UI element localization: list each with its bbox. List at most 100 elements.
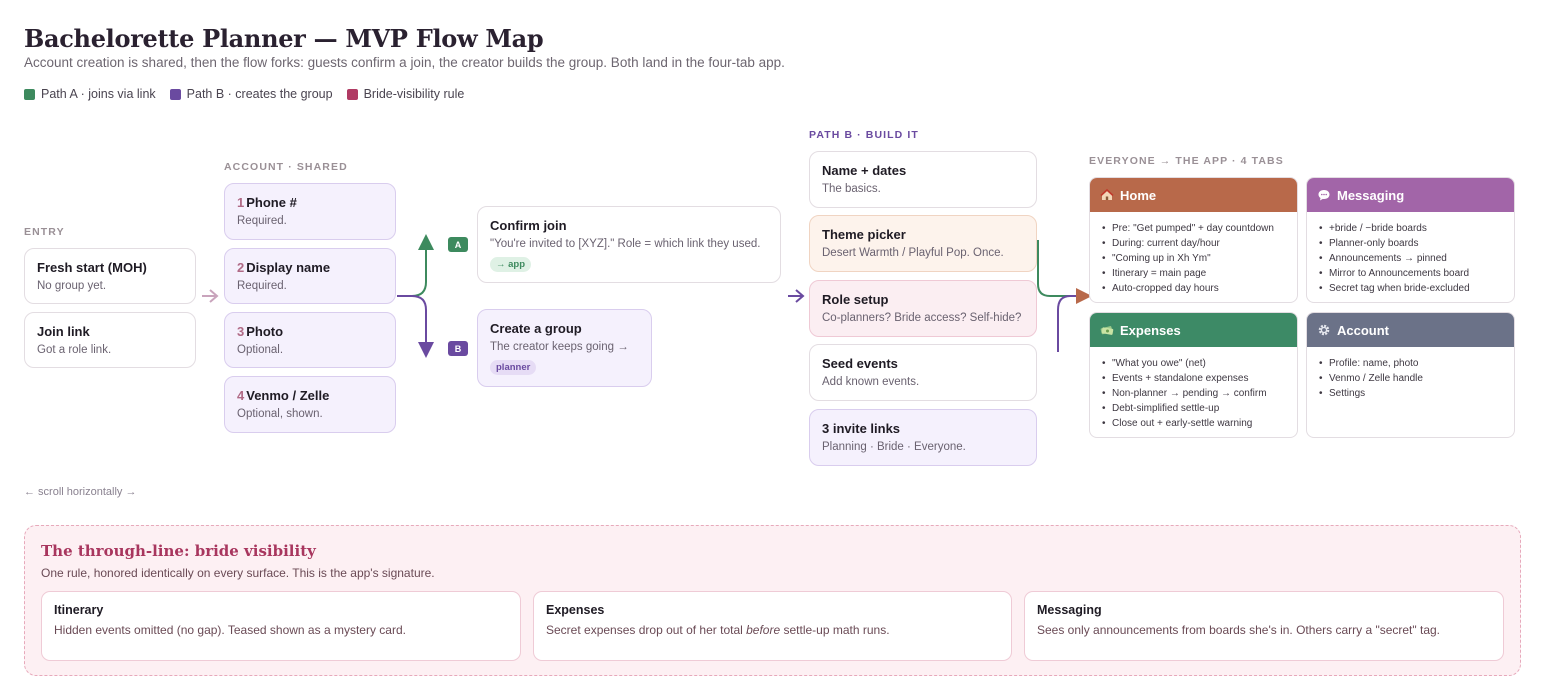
- card-subtitle: Optional, shown.: [237, 408, 323, 420]
- tab-messaging[interactable]: Messaging +bride / −bride boards Planner…: [1306, 177, 1515, 303]
- account-step-phone[interactable]: 1 Phone # Required.: [224, 183, 396, 240]
- bride-card-desc: Hidden events omitted (no gap). Teased s…: [54, 623, 406, 637]
- card-subtitle: "You're invited to [XYZ]." Role = which …: [490, 238, 761, 250]
- card-title: Create a group: [490, 321, 582, 336]
- tab-home[interactable]: Home Pre: "Get pumped" + day countdown D…: [1089, 177, 1298, 303]
- list-item: Settings: [1317, 386, 1504, 401]
- path-b-step-role-setup[interactable]: Role setup Co-planners? Bride access? Se…: [809, 280, 1037, 337]
- card-subtitle: Got a role link.: [37, 344, 112, 356]
- card-title: 3 Photo: [237, 324, 383, 339]
- speech-bubble-icon: [1317, 188, 1331, 202]
- step-title: Display name: [246, 260, 331, 275]
- card-title: 1 Phone #: [237, 195, 383, 210]
- entry-card-join-link[interactable]: Join link Got a role link.: [24, 312, 196, 368]
- merge-path-b: [1057, 288, 1092, 352]
- bride-card-title: Expenses: [546, 603, 605, 617]
- list-item: Close out + early-settle warning: [1100, 416, 1287, 431]
- tab-account-header: Account: [1307, 313, 1514, 347]
- path-b-step-invite-links[interactable]: 3 invite links Planning · Bride · Everyo…: [809, 409, 1037, 466]
- list-item: Announcements → pinned: [1317, 251, 1504, 266]
- desc-part: settle-up math runs.: [780, 623, 890, 637]
- app-section-label: EVERYONE → THE APP · 4 TABS: [1089, 155, 1284, 167]
- list-item: Profile: name, photo: [1317, 356, 1504, 371]
- list-item: "Coming up in Xh Ym": [1100, 251, 1287, 266]
- account-step-display-name[interactable]: 2 Display name Required.: [224, 248, 396, 304]
- list-item: Mirror to Announcements board: [1317, 266, 1504, 281]
- path-a-badge: A: [448, 237, 468, 252]
- list-item: Non-planner → pending → confirm: [1100, 386, 1287, 401]
- legend-item-path-b: Path B · creates the group: [169, 87, 333, 101]
- legend-label: Bride-visibility rule: [363, 87, 465, 101]
- card-subtitle: The creator keeps going →: [490, 341, 629, 353]
- bride-card-title: Itinerary: [54, 603, 104, 617]
- legend-item-path-a: Path A · joins via link: [24, 87, 156, 101]
- path-b-step-name-dates[interactable]: Name + dates The basics.: [809, 151, 1037, 208]
- card-title: Join link: [37, 324, 90, 339]
- card-title: 4 Venmo / Zelle: [237, 388, 383, 403]
- tab-home-header: Home: [1090, 178, 1297, 212]
- path-b-badge: B: [448, 341, 468, 356]
- tab-messaging-header: Messaging: [1307, 178, 1514, 212]
- entry-section-label: ENTRY: [24, 226, 65, 238]
- bride-card-itinerary: Itinerary Hidden events omitted (no gap)…: [41, 591, 521, 661]
- desc-emphasis: before: [746, 623, 781, 637]
- step-number: 4: [237, 388, 245, 403]
- legend-swatch: [24, 88, 35, 100]
- card-subtitle: Optional.: [237, 344, 284, 356]
- list-item: Debt-simplified settle-up: [1100, 401, 1287, 416]
- tab-expenses-header: Expenses: [1090, 313, 1297, 347]
- tab-feature-list: +bride / −bride boards Planner-only boar…: [1307, 212, 1514, 296]
- list-item: Secret tag when bride-excluded: [1317, 281, 1504, 296]
- list-item: During: current day/hour: [1100, 236, 1287, 251]
- tab-title: Expenses: [1120, 322, 1181, 338]
- list-item: Auto-cropped day hours: [1100, 281, 1287, 296]
- card-title: Role setup: [822, 292, 889, 307]
- create-group-card[interactable]: Create a group The creator keeps going →…: [477, 309, 652, 387]
- house-icon: [1100, 188, 1114, 202]
- legend: Path A · joins via link Path B · creates…: [24, 87, 464, 101]
- card-title: Confirm join: [490, 218, 567, 233]
- card-title: 3 invite links: [822, 421, 901, 436]
- bride-panel-subtitle: One rule, honored identically on every s…: [41, 566, 435, 580]
- list-item: Events + standalone expenses: [1100, 371, 1287, 386]
- to-app-pill: → app: [490, 257, 532, 272]
- tab-feature-list: "What you owe" (net) Events + standalone…: [1090, 347, 1297, 431]
- step-number: 2: [237, 260, 245, 275]
- card-title: Name + dates: [822, 163, 907, 178]
- scroll-hint: ← scroll horizontally →: [24, 486, 137, 498]
- account-step-photo[interactable]: 3 Photo Optional.: [224, 312, 396, 368]
- list-item: Venmo / Zelle handle: [1317, 371, 1504, 386]
- account-section-label: ACCOUNT · SHARED: [224, 161, 348, 173]
- list-item: Itinerary = main page: [1100, 266, 1287, 281]
- tab-title: Account: [1337, 322, 1389, 338]
- page-title: Bachelorette Planner — MVP Flow Map: [24, 24, 544, 53]
- tab-expenses[interactable]: Expenses "What you owe" (net) Events + s…: [1089, 312, 1298, 438]
- card-subtitle: Co-planners? Bride access? Self-hide?: [822, 312, 1022, 324]
- card-subtitle: Add known events.: [822, 376, 920, 388]
- card-subtitle: The basics.: [822, 183, 881, 195]
- desc-part: Secret expenses drop out of her total: [546, 623, 747, 637]
- card-title: Seed events: [822, 356, 898, 371]
- card-subtitle: Planning · Bride · Everyone.: [822, 441, 966, 453]
- bride-card-expenses: Expenses Secret expenses drop out of her…: [533, 591, 1012, 661]
- card-subtitle: Required.: [237, 280, 287, 292]
- account-step-venmo[interactable]: 4 Venmo / Zelle Optional, shown.: [224, 376, 396, 433]
- merge-path-a: [1037, 240, 1084, 297]
- planner-pill: planner: [490, 360, 537, 375]
- card-subtitle: Desert Warmth / Playful Pop. Once.: [822, 247, 1004, 259]
- gear-icon: [1317, 323, 1331, 337]
- tab-feature-list: Pre: "Get pumped" + day countdown During…: [1090, 212, 1297, 296]
- legend-label: Path B · creates the group: [186, 87, 333, 101]
- path-b-section-label: PATH B · BUILD IT: [809, 129, 919, 141]
- tab-title: Messaging: [1337, 187, 1405, 203]
- path-b-step-theme-picker[interactable]: Theme picker Desert Warmth / Playful Pop…: [809, 215, 1037, 272]
- entry-arrow-icon: [202, 289, 219, 303]
- entry-card-fresh-start[interactable]: Fresh start (MOH) No group yet.: [24, 248, 196, 304]
- path-b-step-seed-events[interactable]: Seed events Add known events.: [809, 344, 1037, 401]
- tab-title: Home: [1120, 187, 1157, 203]
- bride-card-messaging: Messaging Sees only announcements from b…: [1024, 591, 1504, 661]
- confirm-join-card[interactable]: Confirm join "You're invited to [XYZ]." …: [477, 206, 781, 283]
- fork-path-b: [397, 295, 434, 358]
- tab-account[interactable]: Account Profile: name, photo Venmo / Zel…: [1306, 312, 1515, 438]
- list-item: Planner-only boards: [1317, 236, 1504, 251]
